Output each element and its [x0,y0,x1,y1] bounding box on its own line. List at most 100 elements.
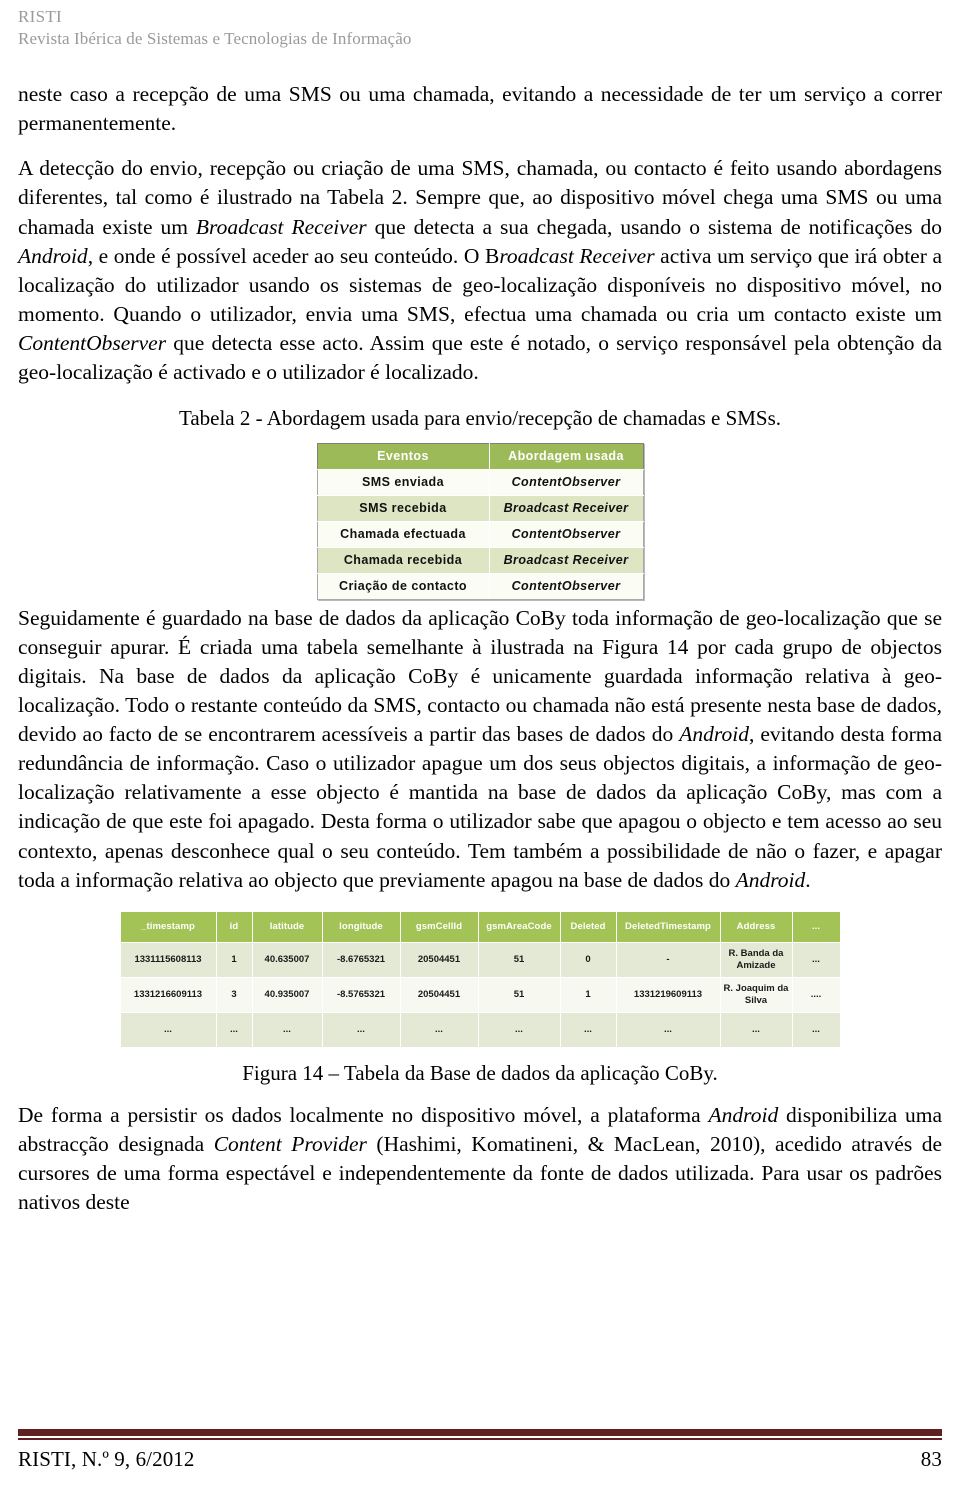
table-2-event: SMS enviada [316,468,490,496]
fig14-cell-id: 3 [215,976,253,1013]
table-2-caption: Tabela 2 - Abordagem usada para envio/re… [178,406,782,431]
fig14-cell-gsmcellid: ... [399,1011,479,1048]
figure-14-container: _timestamp id latitude longitude gsmCell… [18,910,942,1048]
fig14-col-longitude: longitude [321,910,401,943]
fig14-cell-deleted: ... [559,1011,617,1048]
p4-segment-a: De forma a persistir os dados localmente… [18,1103,709,1128]
term-android-2: Android [679,722,749,747]
fig14-cell-latitude: ... [251,1011,323,1048]
figure-14-caption: Figura 14 – Tabela da Base de dados da a… [242,1060,718,1085]
fig14-cell-latitude: 40.635007 [251,941,323,978]
term-content-observer-1: ContentObserver [18,331,167,355]
fig14-col-gsmareacode: gsmAreaCode [477,910,561,943]
figure-14-head: _timestamp id latitude longitude gsmCell… [119,910,841,943]
table-row: Chamada recebida Broadcast Receiver [316,546,644,574]
fig14-cell-gsmcellid: 20504451 [399,941,479,978]
fig14-col-timestamp: _timestamp [119,910,217,943]
table-row: ... ... ... ... ... ... ... ... ... ... [119,1011,841,1048]
table-2-event: SMS recebida [316,494,490,522]
table-row: SMS recebida Broadcast Receiver [316,494,644,522]
table-row: SMS enviada ContentObserver [316,468,644,496]
document-page: RISTI Revista Ibérica de Sistemas e Tecn… [0,0,960,1490]
figure-14-header-row: _timestamp id latitude longitude gsmCell… [119,910,841,943]
paragraph-database: Seguidamente é guardado na base de dados… [18,604,942,895]
fig14-cell-gsmcellid: 20504451 [399,976,479,1013]
fig14-cell-id: 1 [215,941,253,978]
fig14-col-address: Address [719,910,793,943]
p3-segment-c: . [805,867,811,892]
fig14-col-latitude: latitude [251,910,323,943]
table-2-event: Chamada efectuada [316,520,490,548]
term-android-4: Android [708,1103,779,1128]
term-android-1: Android [18,243,88,268]
table-2-body: SMS enviada ContentObserver SMS recebida… [316,468,644,600]
figure-14-table: _timestamp id latitude longitude gsmCell… [119,910,841,1048]
table-2-approach: ContentObserver [488,572,644,600]
fig14-col-deleted: Deleted [559,910,617,943]
table-row: Criação de contacto ContentObserver [316,572,644,600]
p3-segment-b: , evitando desta forma redundância de in… [18,722,942,892]
fig14-cell-more: .... [791,976,841,1013]
fig14-cell-more: ... [791,1011,841,1048]
fig14-cell-deletedtimestamp: 1331219609113 [615,976,721,1013]
fig14-cell-longitude: -8.5765321 [321,976,401,1013]
fig14-cell-deletedtimestamp: ... [615,1011,721,1048]
table-2-container: Eventos Abordagem usada SMS enviada Cont… [18,442,942,600]
paragraph-content-provider: De forma a persistir os dados localmente… [18,1101,942,1218]
journal-full-name: Revista Ibérica de Sistemas e Tecnologia… [18,28,412,48]
page-content: neste caso a recepção de uma SMS ou uma … [18,80,942,1218]
fig14-cell-timestamp: 1331216609113 [119,976,217,1013]
fig14-cell-longitude: ... [321,1011,401,1048]
fig14-cell-timestamp: ... [119,1011,217,1048]
p2-segment-c: , e onde é possível aceder ao seu conteú… [87,243,500,268]
fig14-col-more: ... [791,910,841,943]
fig14-col-gsmcellid: gsmCellId [399,910,479,943]
fig14-cell-longitude: -8.6765321 [321,941,401,978]
fig14-cell-address: ... [719,1011,793,1048]
fig14-cell-latitude: 40.935007 [251,976,323,1013]
fig14-cell-address: R. Banda da Amizade [719,941,793,978]
table-2-col-eventos: Eventos [316,442,490,470]
page-footer: RISTI, N.º 9, 6/2012 83 [18,1429,942,1472]
table-2-event: Criação de contacto [316,572,490,600]
term-android-3: Android [735,867,806,892]
paragraph-continuation: neste caso a recepção de uma SMS ou uma … [18,80,942,138]
footer-issue-info: RISTI, N.º 9, 6/2012 [18,1447,195,1471]
table-2-header-row: Eventos Abordagem usada [316,442,644,470]
table-2-approach: Broadcast Receiver [488,546,644,574]
running-head: RISTI Revista Ibérica de Sistemas e Tecn… [18,6,411,50]
fig14-col-id: id [215,910,253,943]
footer-rule-thick [18,1429,942,1436]
paragraph-detection: A detecção do envio, recepção ou criação… [18,154,942,387]
table-2-head: Eventos Abordagem usada [316,442,644,470]
figure-14-body: 1331115608113 1 40.635007 -8.6765321 205… [119,941,841,1048]
table-row: 1331216609113 3 40.935007 -8.5765321 205… [119,976,841,1013]
table-2-approach: Broadcast Receiver [488,494,644,522]
fig14-cell-deleted: 1 [559,976,617,1013]
p2-segment-b: que detecta a sua chegada, usando o sist… [366,214,943,239]
fig14-cell-gsmareacode: ... [477,1011,561,1048]
footer-row: RISTI, N.º 9, 6/2012 83 [18,1447,942,1472]
table-2-approach: ContentObserver [488,520,644,548]
fig14-cell-address: R. Joaquim da Silva [719,976,793,1013]
fig14-col-deletedtimestamp: DeletedTimestamp [615,910,721,943]
table-2: Eventos Abordagem usada SMS enviada Cont… [316,442,644,600]
fig14-cell-id: ... [215,1011,253,1048]
paragraph-1-text: neste caso a recepção de uma SMS ou uma … [18,82,942,136]
table-2-approach: ContentObserver [488,468,644,496]
table-row: Chamada efectuada ContentObserver [316,520,644,548]
fig14-cell-gsmareacode: 51 [477,941,561,978]
table-2-event: Chamada recebida [316,546,490,574]
fig14-cell-timestamp: 1331115608113 [119,941,217,978]
fig14-cell-deleted: 0 [559,941,617,978]
fig14-cell-more: ... [791,941,841,978]
footer-page-number: 83 [920,1447,942,1471]
term-broadcast-receiver-1: Broadcast Receiver [195,214,367,239]
term-content-provider: Content Provider [213,1132,367,1157]
table-row: 1331115608113 1 40.635007 -8.6765321 205… [119,941,841,978]
table-2-col-abordagem: Abordagem usada [488,442,644,470]
fig14-cell-gsmareacode: 51 [477,976,561,1013]
term-broadcast-receiver-2: roadcast Receiver [499,243,655,268]
journal-abbreviation: RISTI [18,7,62,26]
footer-rule-thin [18,1438,942,1440]
